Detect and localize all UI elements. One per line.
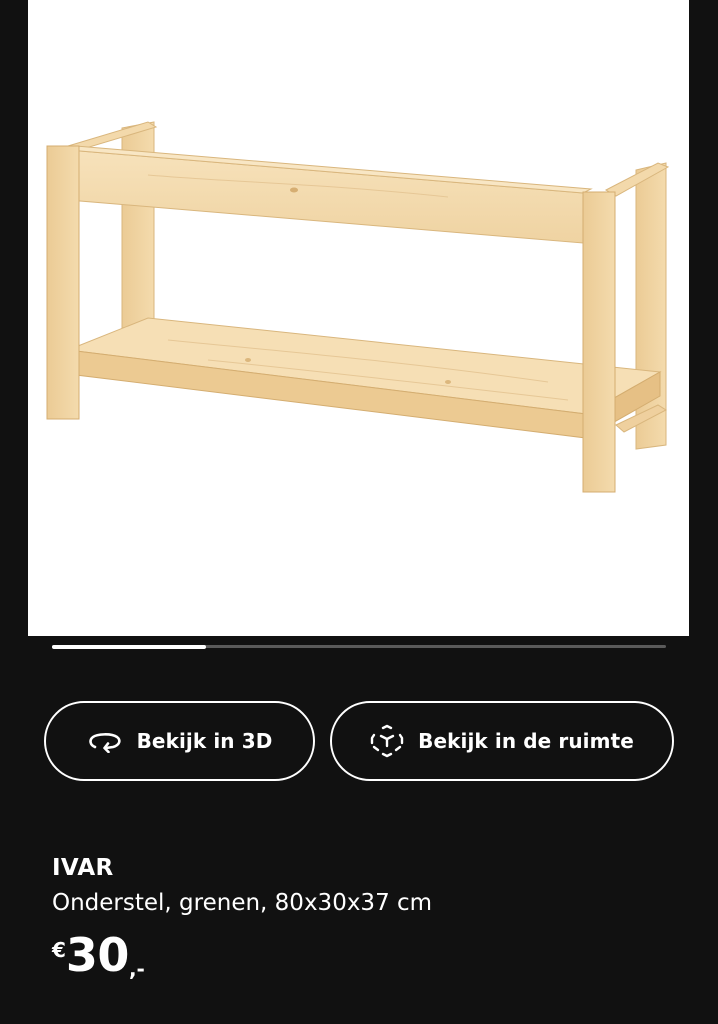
product-page: Bekijk in 3D Bekijk in de ruimte IVAR On…: [0, 0, 718, 1024]
augmented-reality-icon: [370, 724, 404, 758]
product-description: Onderstel, grenen, 80x30x37 cm: [52, 890, 433, 916]
price-suffix: ,-: [128, 957, 145, 981]
image-carousel-indicator[interactable]: [52, 644, 666, 649]
carousel-progress-bar: [52, 644, 206, 649]
ivar-bench-illustration: [46, 121, 670, 493]
price-currency: €: [52, 938, 66, 962]
price-amount: 30: [65, 928, 130, 982]
product-price: € 30 ,-: [52, 930, 145, 981]
rotate-3d-icon: [87, 729, 123, 753]
product-name: IVAR: [52, 855, 114, 881]
view-in-room-label: Bekijk in de ruimte: [418, 729, 634, 753]
view-3d-button[interactable]: Bekijk in 3D: [44, 701, 315, 781]
product-image[interactable]: [28, 0, 689, 636]
view-3d-label: Bekijk in 3D: [136, 729, 273, 753]
view-in-room-button[interactable]: Bekijk in de ruimte: [330, 701, 674, 781]
